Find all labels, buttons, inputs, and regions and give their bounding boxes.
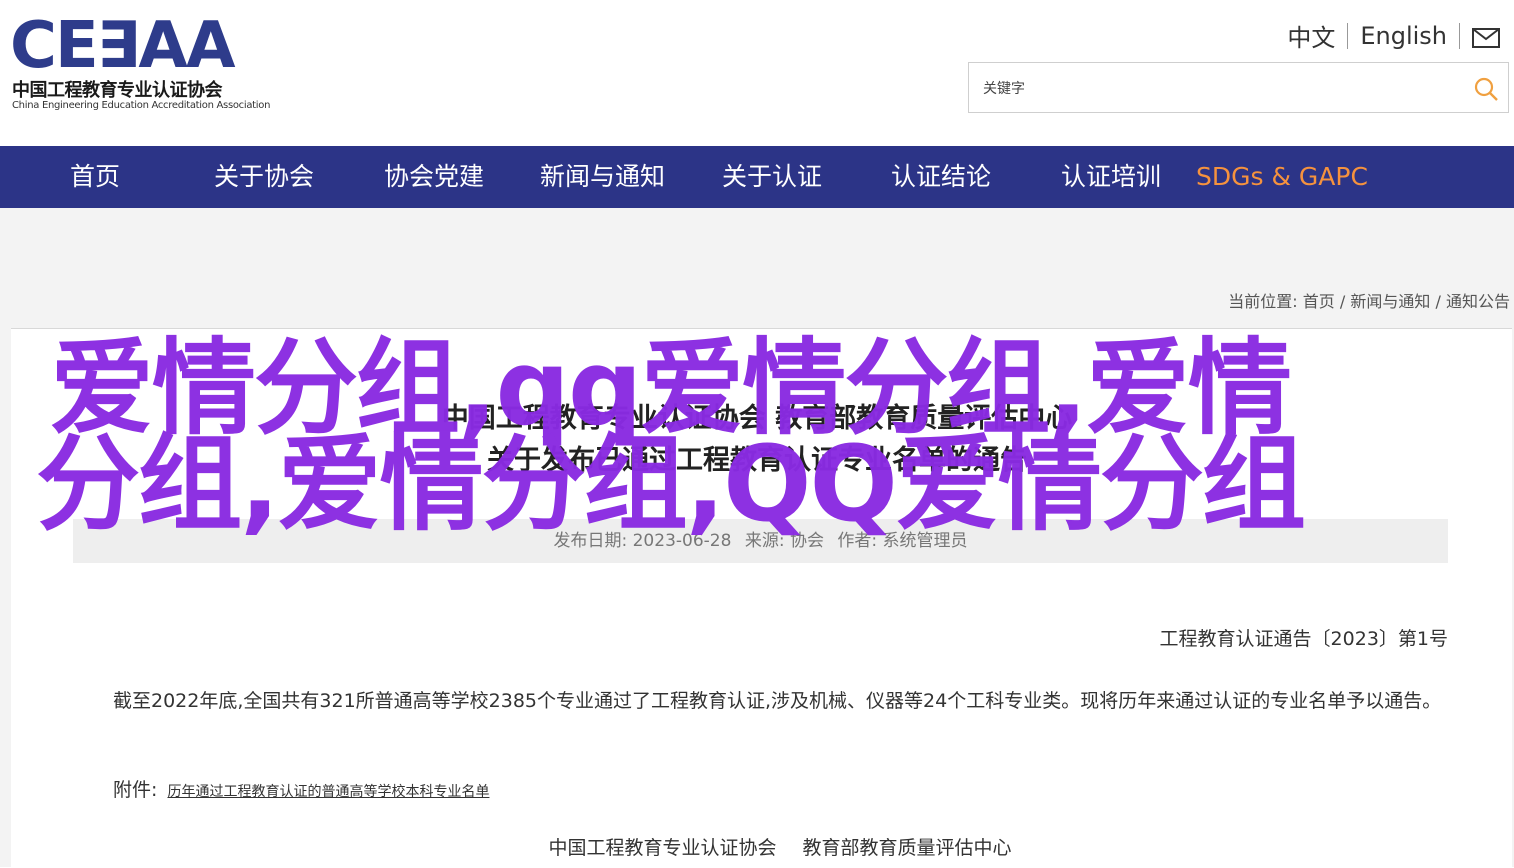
lang-divider — [1459, 22, 1460, 49]
lang-english-link[interactable]: English — [1360, 22, 1447, 50]
logo-chinese-name: 中国工程教育专业认证协会 — [12, 80, 223, 101]
breadcrumb-notices[interactable]: 通知公告 — [1446, 292, 1510, 311]
breadcrumb: 当前位置: 首页 / 新闻与通知 / 通知公告 — [1228, 288, 1510, 312]
mail-icon[interactable] — [1472, 26, 1500, 48]
main-nav: 首页 关于协会 协会党建 新闻与通知 关于认证 认证结论 认证培训 SDGs &… — [0, 146, 1514, 208]
breadcrumb-home[interactable]: 首页 — [1303, 292, 1335, 311]
nav-item-home[interactable]: 首页 — [70, 146, 120, 208]
nav-item-about-association[interactable]: 关于协会 — [214, 146, 314, 208]
signature-center: 教育部教育质量评估中心 — [802, 837, 1012, 859]
nav-item-about-accreditation[interactable]: 关于认证 — [722, 146, 822, 208]
nav-item-party-building[interactable]: 协会党建 — [384, 146, 484, 208]
site-header: CE∃AA 中国工程教育专业认证协会 China Engineering Edu… — [0, 0, 1514, 146]
nav-item-training[interactable]: 认证培训 — [1061, 146, 1161, 208]
lang-divider — [1347, 22, 1349, 49]
breadcrumb-separator: / — [1339, 292, 1346, 311]
attachment-label: 附件: — [113, 779, 158, 801]
nav-item-results[interactable]: 认证结论 — [891, 146, 991, 208]
search-box — [968, 62, 1509, 113]
breadcrumb-separator: / — [1435, 292, 1441, 311]
language-switcher: 中文 English — [1287, 18, 1500, 53]
attachment: 附件: 历年通过工程教育认证的普通高等学校本科专业名单 — [113, 775, 489, 802]
search-icon[interactable] — [1472, 75, 1500, 103]
overlay-watermark-text: 爱情分组,qq爱情分组,爱情分组,爱情分组,QQ爱情分组 — [36, 327, 1306, 545]
logo-english-name: China Engineering Education Accreditatio… — [12, 100, 271, 111]
attachment-link[interactable]: 历年通过工程教育认证的普通高等学校本科专业名单 — [167, 784, 489, 800]
signature-association: 中国工程教育专业认证协会 — [548, 837, 777, 859]
search-input[interactable] — [981, 77, 1445, 101]
logo-mark: CE∃AA — [10, 9, 235, 83]
lang-chinese-link[interactable]: 中文 — [1287, 18, 1335, 53]
signature: 中国工程教育专业认证协会 教育部教育质量评估中心 — [0, 833, 1514, 860]
nav-item-sdgs-gapc[interactable]: SDGs & GAPC — [1196, 146, 1368, 208]
breadcrumb-prefix: 当前位置: — [1228, 292, 1298, 311]
breadcrumb-news[interactable]: 新闻与通知 — [1350, 292, 1430, 311]
nav-item-news[interactable]: 新闻与通知 — [540, 146, 665, 208]
article-paragraph: 截至2022年底,全国共有321所普通高等学校2385个专业通过了工程教育认证,… — [113, 690, 1442, 712]
document-number: 工程教育认证通告〔2023〕第1号 — [1159, 628, 1448, 650]
site-logo[interactable]: CE∃AA 中国工程教育专业认证协会 China Engineering Edu… — [10, 14, 270, 114]
